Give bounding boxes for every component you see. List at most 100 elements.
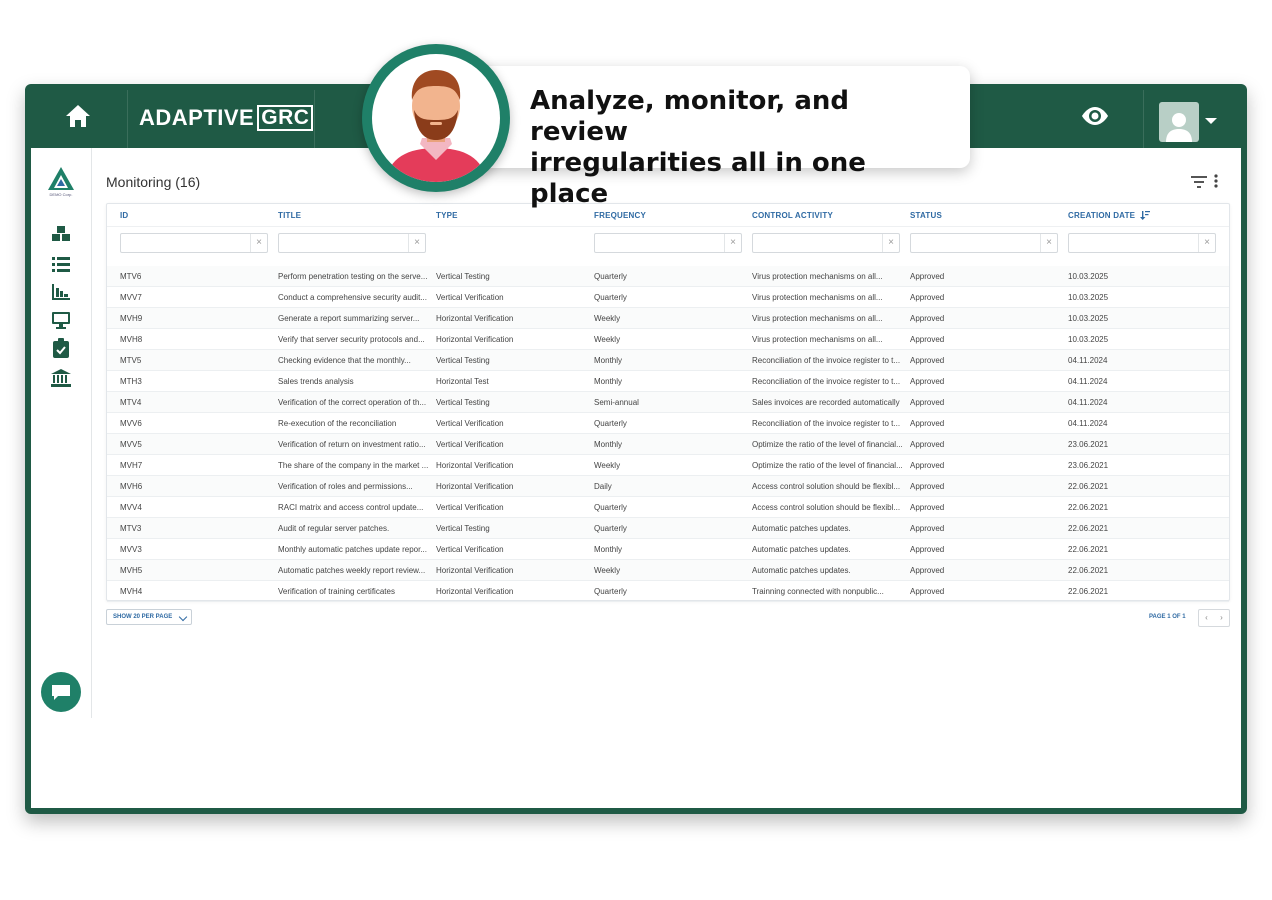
sidebar: DEMO Corp.: [31, 148, 92, 718]
table-row[interactable]: MTV4 Verification of the correct operatio…: [107, 392, 1229, 413]
column-header-creation-date-label: CREATION DATE: [1068, 211, 1136, 220]
table-row[interactable]: MVH7 The share of the company in the mark…: [107, 455, 1229, 476]
clear-icon[interactable]: ×: [1198, 234, 1215, 252]
cell-status: Approved: [910, 419, 945, 428]
cell-type: Vertical Testing: [436, 272, 490, 281]
filter-id-input[interactable]: [121, 236, 255, 253]
sidebar-item-risks[interactable]: [51, 224, 71, 244]
table-row[interactable]: MVV5 Verification of return on investment…: [107, 434, 1229, 455]
cell-creation-date: 22.06.2021: [1068, 587, 1109, 596]
cell-frequency: Daily: [594, 482, 612, 491]
filter-id[interactable]: ×: [120, 233, 268, 253]
table-row[interactable]: MVH4 Verification of training certificate…: [107, 581, 1229, 602]
filter-control-activity-input[interactable]: [753, 236, 887, 253]
filter-status[interactable]: ×: [910, 233, 1058, 253]
more-options-button[interactable]: [1214, 174, 1224, 190]
home-button[interactable]: [53, 98, 103, 134]
filter-creation-date[interactable]: ×: [1068, 233, 1216, 253]
filter-control-activity[interactable]: ×: [752, 233, 900, 253]
cell-creation-date: 23.06.2021: [1068, 461, 1109, 470]
divider: [314, 90, 315, 148]
cell-type: Horizontal Verification: [436, 335, 514, 344]
cell-status: Approved: [910, 587, 945, 596]
cell-control-activity: Automatic patches updates.: [752, 524, 851, 533]
column-header-id[interactable]: ID: [120, 211, 128, 220]
column-header-status[interactable]: STATUS: [910, 211, 942, 220]
clear-icon[interactable]: ×: [724, 234, 741, 252]
cell-control-activity: Reconciliation of the invoice register t…: [752, 356, 901, 365]
sort-descending-icon: [1139, 211, 1150, 221]
column-header-frequency[interactable]: FREQUENCY: [594, 211, 646, 220]
column-header-type[interactable]: TYPE: [436, 211, 458, 220]
clear-icon[interactable]: ×: [1040, 234, 1057, 252]
cell-id: MTV4: [120, 398, 142, 407]
cell-frequency: Quarterly: [594, 419, 627, 428]
cell-title: Audit of regular server patches.: [278, 524, 390, 533]
table-row[interactable]: MVH9 Generate a report summarizing server…: [107, 308, 1229, 329]
filter-title[interactable]: ×: [278, 233, 426, 253]
view-toggle-button[interactable]: [1077, 102, 1113, 130]
cell-title: The share of the company in the market .…: [278, 461, 428, 470]
sidebar-item-list[interactable]: [51, 254, 71, 274]
chat-button[interactable]: [41, 672, 81, 712]
brand-suffix: GRC: [257, 105, 314, 131]
filter-frequency-input[interactable]: [595, 236, 729, 253]
cell-type: Vertical Verification: [436, 545, 504, 554]
table-row[interactable]: MVV6 Re-execution of the reconciliation Ve…: [107, 413, 1229, 434]
clear-icon[interactable]: ×: [408, 234, 425, 252]
table-row[interactable]: MTV3 Audit of regular server patches. Vert…: [107, 518, 1229, 539]
filter-frequency[interactable]: ×: [594, 233, 742, 253]
pagination: ‹ ›: [1198, 609, 1230, 627]
next-page-button[interactable]: ›: [1214, 610, 1229, 626]
table-row[interactable]: MVH6 Verification of roles and permission…: [107, 476, 1229, 497]
per-page-label: SHOW 20 PER PAGE: [113, 614, 173, 620]
org-logo-icon: [48, 167, 74, 190]
table-row[interactable]: MVV4 RACI matrix and access control updat…: [107, 497, 1229, 518]
table-body: MTV6 Perform penetration testing on the s…: [107, 266, 1229, 602]
table-row[interactable]: MVV7 Conduct a comprehensive security aud…: [107, 287, 1229, 308]
cell-frequency: Monthly: [594, 377, 623, 386]
cell-title: Monthly automatic patches update repor..…: [278, 545, 427, 554]
eye-icon: [1082, 107, 1108, 125]
filter-creation-date-input[interactable]: [1069, 236, 1203, 253]
cell-creation-date: 22.06.2021: [1068, 503, 1109, 512]
cell-frequency: Monthly: [594, 356, 623, 365]
cell-id: MVH4: [120, 587, 143, 596]
avatar: [1159, 102, 1199, 142]
table-row[interactable]: MTH3 Sales trends analysis Horizontal Test…: [107, 371, 1229, 392]
sidebar-item-monitoring[interactable]: [51, 310, 71, 330]
sidebar-item-tasks[interactable]: [51, 338, 71, 358]
per-page-select[interactable]: SHOW 20 PER PAGE: [106, 609, 192, 625]
cubes-icon: [52, 226, 70, 241]
filter-title-input[interactable]: [279, 236, 413, 253]
cell-id: MVV4: [120, 503, 142, 512]
cell-control-activity: Virus protection mechanisms on all...: [752, 335, 883, 344]
cell-title: Conduct a comprehensive security audit..…: [278, 293, 427, 302]
column-header-control-activity[interactable]: CONTROL ACTIVITY: [752, 211, 833, 220]
filter-button[interactable]: [1191, 175, 1207, 189]
column-header-creation-date[interactable]: CREATION DATE: [1068, 211, 1150, 221]
sidebar-item-reports[interactable]: [51, 282, 71, 302]
table-row[interactable]: MVV3 Monthly automatic patches update rep…: [107, 539, 1229, 560]
cell-status: Approved: [910, 524, 945, 533]
prev-page-button[interactable]: ‹: [1199, 610, 1214, 626]
table-row[interactable]: MVH8 Verify that server security protocol…: [107, 329, 1229, 350]
cell-id: MTV5: [120, 356, 142, 365]
table-row[interactable]: MTV5 Checking evidence that the monthly..…: [107, 350, 1229, 371]
cell-type: Vertical Testing: [436, 524, 490, 533]
sidebar-item-organization[interactable]: [51, 368, 71, 388]
table-row[interactable]: MTV6 Perform penetration testing on the s…: [107, 266, 1229, 287]
cell-id: MVV7: [120, 293, 142, 302]
callout-text: Analyze, monitor, and review irregularit…: [530, 86, 950, 210]
bank-icon: [51, 369, 71, 387]
user-menu-button[interactable]: [1159, 102, 1221, 144]
clear-icon[interactable]: ×: [882, 234, 899, 252]
filter-status-input[interactable]: [911, 236, 1045, 253]
divider: [1143, 90, 1144, 148]
table-row[interactable]: MVH5 Automatic patches weekly report revi…: [107, 560, 1229, 581]
column-header-title[interactable]: TITLE: [278, 211, 301, 220]
cell-control-activity: Virus protection mechanisms on all...: [752, 314, 883, 323]
page-title: Monitoring (16): [106, 174, 201, 190]
clear-icon[interactable]: ×: [250, 234, 267, 252]
cell-id: MVV5: [120, 440, 142, 449]
